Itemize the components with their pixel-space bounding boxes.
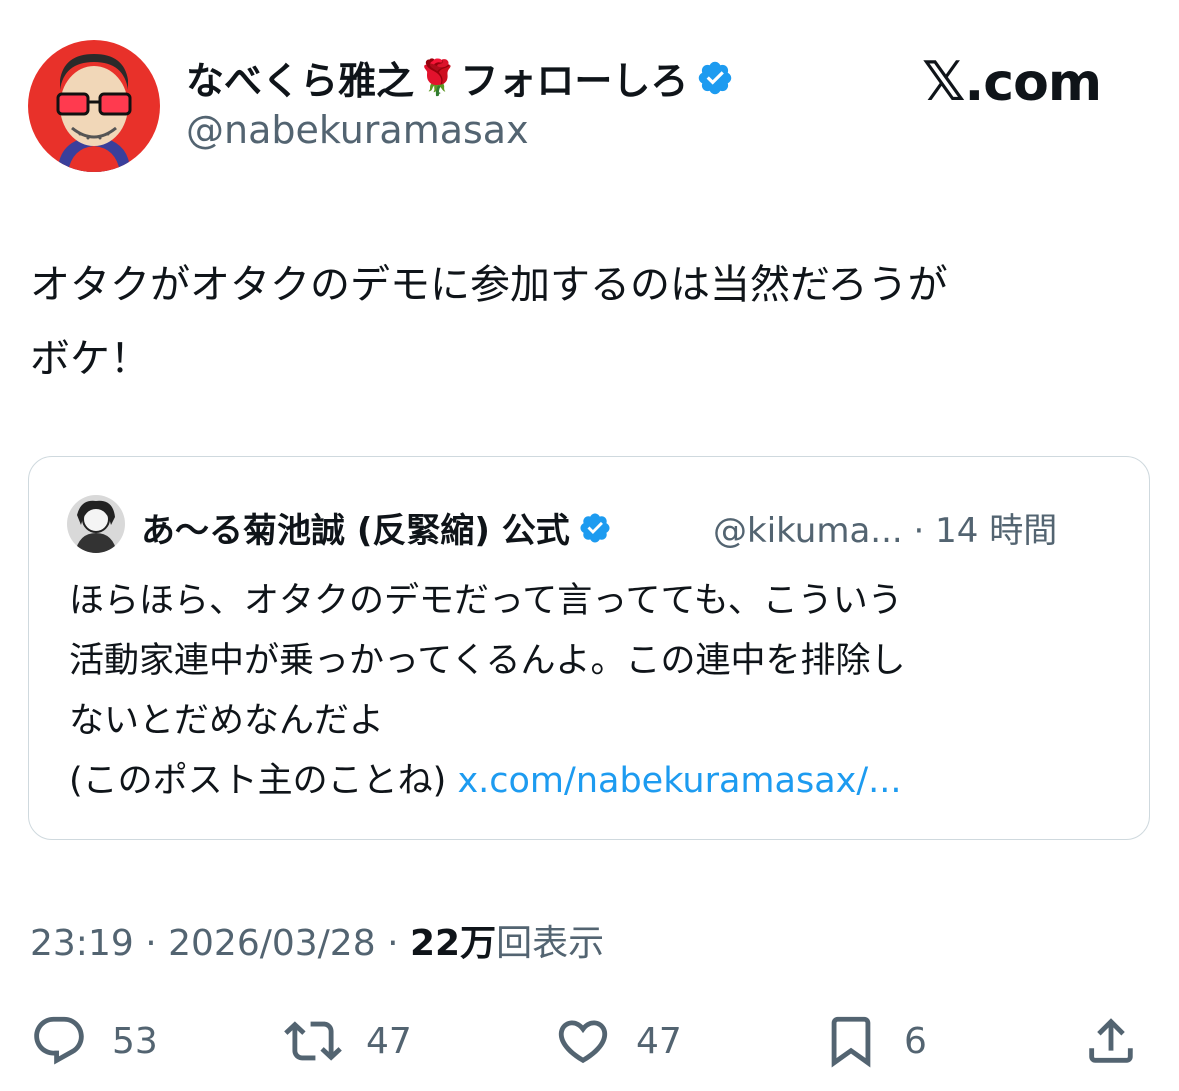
quoted-post-card[interactable]: あ〜る菊池誠 (反緊縮) 公式 @kikuma... · 14 時間 ほらほら、… <box>28 456 1150 840</box>
author-name-suffix: フォローしろ <box>460 59 689 103</box>
bookmark-icon <box>831 1016 871 1068</box>
x-logo-icon: 𝕏 <box>922 50 966 113</box>
post-text: オタクがオタクのデモに参加するのは当然だろうが ボケ！ <box>30 262 948 382</box>
share-icon <box>1089 1018 1133 1063</box>
like-count: 47 <box>636 1020 682 1062</box>
meta-separator: · <box>145 923 157 964</box>
like-icon <box>558 1020 608 1064</box>
like-button[interactable]: 47 <box>554 1012 682 1070</box>
bookmark-count: 6 <box>904 1020 927 1062</box>
x-com-logo: 𝕏.com <box>922 50 1102 113</box>
quoted-handle: @kikuma... <box>713 511 903 551</box>
quoted-author-avatar <box>67 495 125 553</box>
quoted-author-name: あ〜る菊池誠 (反緊縮) 公式 <box>141 503 612 552</box>
bookmark-button[interactable]: 6 <box>822 1012 927 1070</box>
reply-icon <box>34 1016 84 1065</box>
author-avatar[interactable] <box>28 40 160 172</box>
verified-badge-icon <box>578 511 612 545</box>
brand-domain: .com <box>964 53 1102 113</box>
post-time[interactable]: 23:19 <box>30 923 134 964</box>
quoted-time: 14 時間 <box>935 511 1058 551</box>
author-display-name[interactable]: なべくら雅之 🌹 フォローしろ <box>186 50 734 105</box>
quoted-meta: @kikuma... · 14 時間 <box>713 503 1057 552</box>
rose-emoji: 🌹 <box>416 57 459 98</box>
repost-icon <box>284 1021 342 1061</box>
quoted-author-name-text: あ〜る菊池誠 (反緊縮) 公式 <box>141 511 570 551</box>
view-label: 回表示 <box>496 923 605 964</box>
view-count: 22 <box>409 923 461 964</box>
quoted-post-text: ほらほら、オタクのデモだって言ってても、こういう 活動家連中が乗っかってくるんよ… <box>69 571 1129 811</box>
verified-badge-icon <box>696 59 734 97</box>
reply-button[interactable]: 53 <box>30 1012 158 1070</box>
post-meta: 23:19 · 2026/03/28 · 22万回表示 <box>30 914 604 966</box>
meta-separator: · <box>387 923 399 964</box>
repost-button[interactable]: 47 <box>284 1012 412 1070</box>
view-count-unit: 万 <box>460 923 497 964</box>
author-handle[interactable]: @nabekuramasax <box>186 108 529 152</box>
share-button[interactable] <box>1082 1012 1140 1070</box>
meta-separator: · <box>913 511 925 551</box>
author-name-text: なべくら雅之 <box>186 59 415 103</box>
repost-count: 47 <box>366 1020 412 1062</box>
post-date[interactable]: 2026/03/28 <box>168 923 376 964</box>
reply-count: 53 <box>112 1020 158 1062</box>
quoted-link[interactable]: x.com/nabekuramasax/... <box>457 761 901 801</box>
